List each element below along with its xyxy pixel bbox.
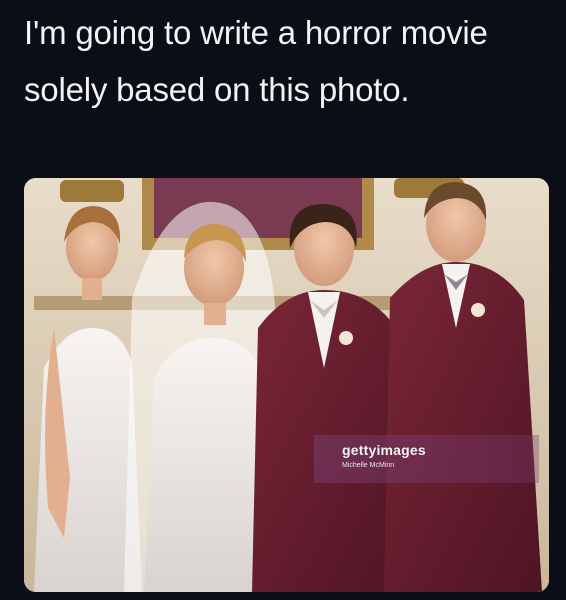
watermark-brand: gettyimages [342, 442, 426, 458]
meme-post: I'm going to write a horror movie solely… [0, 0, 566, 600]
post-caption: I'm going to write a horror movie solely… [24, 14, 488, 108]
watermark-credit: Michelle McMinn [342, 462, 395, 469]
photo-illustration [24, 178, 549, 592]
wedding-photo: gettyimages Michelle McMinn [24, 178, 549, 592]
chandelier-left [60, 180, 124, 202]
getty-watermark: gettyimages Michelle McMinn [314, 435, 539, 483]
